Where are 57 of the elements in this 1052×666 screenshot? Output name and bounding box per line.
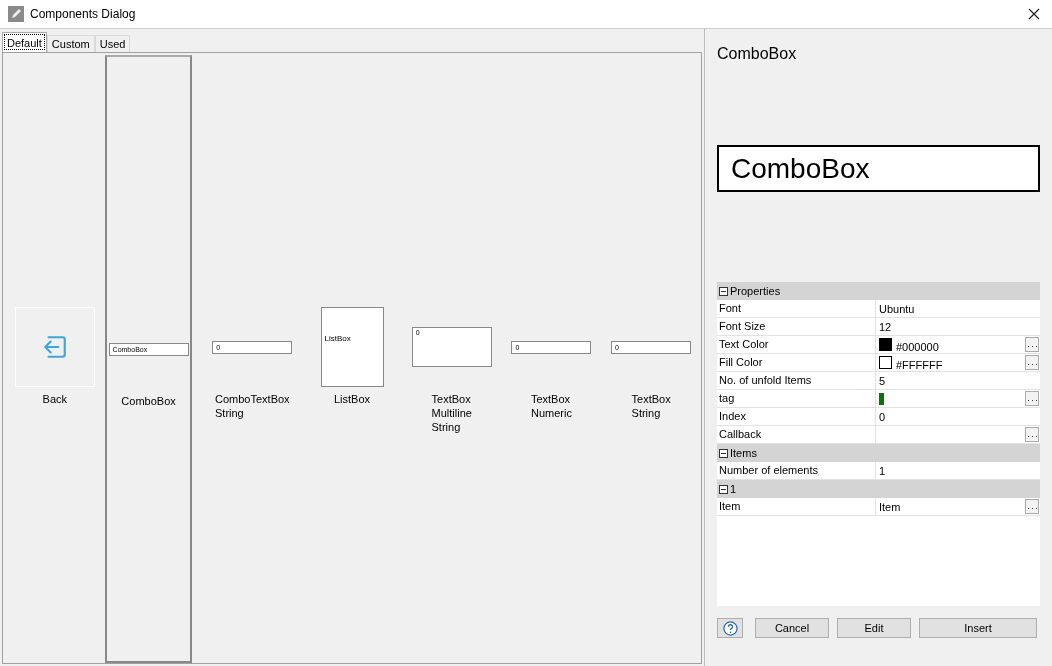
collapse-icon[interactable] [719,484,728,494]
combobox-preview: ComboBox [717,145,1040,192]
ellipsis-button[interactable] [1025,391,1039,406]
tab[interactable]: Custom [46,35,95,52]
group-label: Items [730,447,757,459]
back-button[interactable] [14,307,95,387]
property-value: #FFFFFF [896,358,943,371]
ellipsis-button[interactable] [1025,499,1039,514]
listbox-preview: ListBox [320,307,384,387]
component-title: ComboBox [717,45,798,63]
property-value: 12 [879,320,892,333]
group-label: 1 [730,483,737,495]
collapse-icon[interactable] [719,286,728,296]
dialog-button[interactable]: Cancel [755,618,829,638]
component-label: TextBox String [631,392,671,420]
collapse-icon[interactable] [719,448,728,458]
property-name: Number of elements [717,462,876,479]
ellipsis-button[interactable] [1025,427,1039,442]
property-name: Item [717,498,876,515]
property-name: tag [717,390,876,407]
property-name: Index [717,408,876,425]
property-name: No. of unfold Items [717,372,876,389]
property-name: Font Size [717,318,876,335]
pencil-icon [8,6,24,22]
property-group[interactable]: 1 [717,480,1040,498]
ellipsis-button[interactable] [1025,337,1039,352]
component-label: ComboTextBox String [215,392,290,420]
component-label: ComboBox [121,394,176,408]
property-group[interactable]: Properties [717,282,1040,300]
property-name: Text Color [717,336,876,353]
exit-arrow-icon [41,334,68,360]
help-button[interactable] [717,618,743,638]
property-name: Font [717,300,876,317]
property-name: Fill Color [717,354,876,371]
property-value: 1 [879,464,886,477]
component-tile[interactable]: ListBox ListBox [302,53,402,663]
close-icon[interactable] [1028,8,1040,20]
property-value: 0 [879,410,886,423]
property-value: 5 [879,374,886,387]
property-value: Item [879,500,901,513]
tab[interactable]: Default [2,32,47,52]
component-label: TextBox Multiline String [431,392,472,434]
component-tile[interactable]: Back [5,53,105,663]
dialog-button[interactable]: Insert [919,618,1037,638]
property-value: #000000 [896,340,939,353]
component-label: ListBox [333,392,371,406]
component-label: TextBox Numeric [530,392,572,420]
dialog-button[interactable]: Edit [837,618,911,638]
component-label: Back [42,392,68,406]
property-value: Ubuntu [879,302,915,315]
group-label: Properties [730,285,781,297]
property-group[interactable]: Items [717,444,1040,462]
tab[interactable]: Used [94,35,131,52]
window-title: Components Dialog [30,7,137,21]
help-icon [722,620,738,636]
property-name: Callback [717,426,876,443]
ellipsis-button[interactable] [1025,355,1039,370]
